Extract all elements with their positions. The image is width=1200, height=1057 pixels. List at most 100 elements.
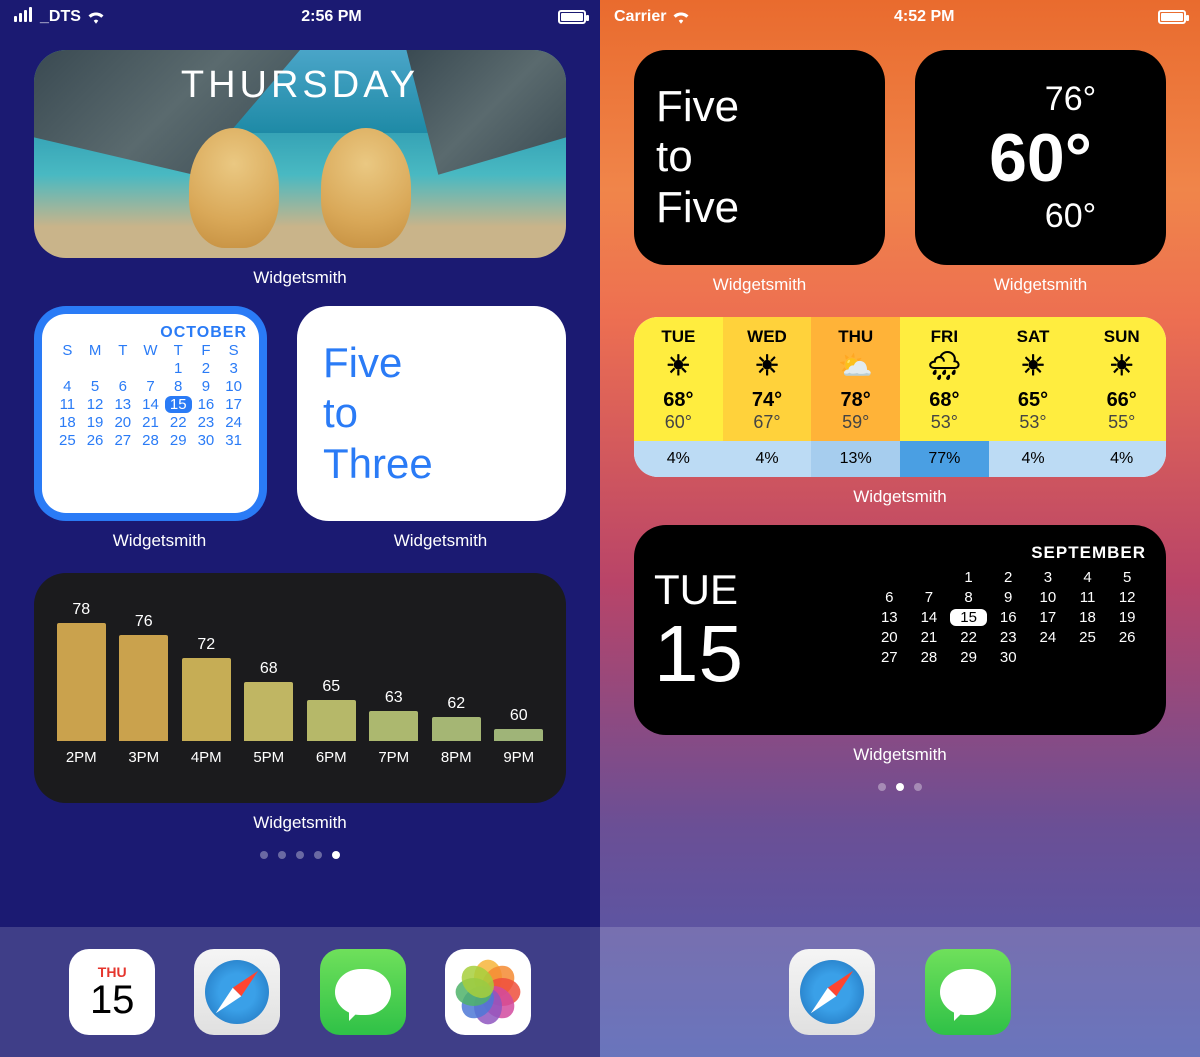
forecast-precip: 13% xyxy=(811,441,900,477)
calendar-day: 2 xyxy=(989,569,1027,586)
photos-app-icon[interactable] xyxy=(445,949,531,1035)
calendar-day: 18 xyxy=(1069,609,1107,626)
chart-x-label: 6PM xyxy=(300,749,363,766)
fuzzy-line3: Five xyxy=(656,183,863,234)
fuzzy-line2: to xyxy=(323,388,540,438)
page-dot[interactable] xyxy=(260,851,268,859)
widget-label: Widgetsmith xyxy=(634,745,1166,765)
calendar-widget[interactable]: OCTOBER SMTWTFS0000123456789101112131415… xyxy=(34,306,267,521)
page-dot[interactable] xyxy=(896,783,904,791)
calendar-dow: S xyxy=(54,342,81,359)
calendar-day: 26 xyxy=(1108,629,1146,646)
calendar-day: 10 xyxy=(1029,589,1067,606)
calendar-day: 8 xyxy=(165,378,192,395)
calendar-day: 5 xyxy=(82,378,109,395)
page-dot[interactable] xyxy=(278,851,286,859)
temperature-widget[interactable]: 76° 60° 60° xyxy=(915,50,1166,265)
clock: 4:52 PM xyxy=(894,8,954,26)
chart-x-label: 7PM xyxy=(363,749,426,766)
calendar-day: 8 xyxy=(950,589,988,606)
calendar-day: 24 xyxy=(1029,629,1067,646)
carrier-label: Carrier xyxy=(614,8,666,26)
calendar-day: 23 xyxy=(989,629,1027,646)
fuzzy-time-widget[interactable]: Five to Three xyxy=(297,306,566,521)
page-dot[interactable] xyxy=(296,851,304,859)
calendar-month: OCTOBER xyxy=(54,324,247,342)
chart-x-label: 9PM xyxy=(488,749,551,766)
calendar-app-day: 15 xyxy=(90,980,135,1020)
forecast-precip: 4% xyxy=(723,441,812,477)
calendar-day: 28 xyxy=(910,649,948,666)
calendar-day: 6 xyxy=(870,589,908,606)
calendar-day: 1 xyxy=(950,569,988,586)
wifi-icon xyxy=(672,10,690,24)
hourly-temp-chart-widget[interactable]: 7876726865636260 2PM3PM4PM5PM6PM7PM8PM9P… xyxy=(34,573,566,803)
battery-icon xyxy=(1158,10,1186,24)
forecast-day: THU⛅78°59° xyxy=(811,317,900,441)
forecast-day: SAT☀65°53° xyxy=(989,317,1078,441)
calendar-day: 20 xyxy=(870,629,908,646)
page-dots[interactable] xyxy=(634,783,1166,791)
calendar-day: 29 xyxy=(165,432,192,449)
safari-app-icon[interactable] xyxy=(194,949,280,1035)
calendar-app-icon[interactable]: THU 15 xyxy=(69,949,155,1035)
widget-label: Widgetsmith xyxy=(915,275,1166,295)
calendar-dow: F xyxy=(193,342,220,359)
chart-x-label: 3PM xyxy=(113,749,176,766)
calendar-day: 2 xyxy=(193,360,220,377)
calendar-day: 25 xyxy=(1069,629,1107,646)
chart-bar: 60 xyxy=(488,707,551,741)
daycal-dow: TUE xyxy=(654,566,870,614)
status-bar-left: _DTS 2:56 PM xyxy=(0,0,600,34)
page-dot[interactable] xyxy=(332,851,340,859)
forecast-day: FRI🌧68°53° xyxy=(900,317,989,441)
calendar-day: 21 xyxy=(137,414,164,431)
forecast-widget[interactable]: TUE☀68°60°WED☀74°67°THU⛅78°59°FRI🌧68°53°… xyxy=(634,317,1166,477)
calendar-day: 10 xyxy=(220,378,247,395)
day-calendar-widget[interactable]: TUE 15 SEPTEMBER 00123456789101112131415… xyxy=(634,525,1166,735)
calendar-day: 25 xyxy=(54,432,81,449)
widget-label: Widgetsmith xyxy=(34,813,566,833)
temp-high: 76° xyxy=(1045,80,1096,119)
dock-left: THU 15 xyxy=(0,927,600,1057)
chart-x-label: 4PM xyxy=(175,749,238,766)
calendar-day: 3 xyxy=(220,360,247,377)
calendar-dow: S xyxy=(220,342,247,359)
calendar-day: 6 xyxy=(109,378,136,395)
messages-app-icon[interactable] xyxy=(925,949,1011,1035)
chart-bar: 72 xyxy=(175,636,238,741)
calendar-day: 20 xyxy=(109,414,136,431)
carrier-label: _DTS xyxy=(40,8,81,26)
chart-bar: 63 xyxy=(363,689,426,741)
calendar-day: 19 xyxy=(82,414,109,431)
page-dot[interactable] xyxy=(878,783,886,791)
photo-day-widget[interactable]: THURSDAY xyxy=(34,50,566,258)
calendar-day: 16 xyxy=(989,609,1027,626)
fuzzy-time-widget[interactable]: Five to Five xyxy=(634,50,885,265)
calendar-day: 18 xyxy=(54,414,81,431)
fuzzy-line1: Five xyxy=(323,338,540,388)
chart-x-label: 5PM xyxy=(238,749,301,766)
forecast-precip: 4% xyxy=(634,441,723,477)
calendar-day: 15 xyxy=(165,396,192,413)
messages-app-icon[interactable] xyxy=(320,949,406,1035)
calendar-day: 27 xyxy=(870,649,908,666)
forecast-precip: 77% xyxy=(900,441,989,477)
calendar-day: 4 xyxy=(1069,569,1107,586)
chart-bar: 76 xyxy=(113,613,176,741)
phone-right: Carrier 4:52 PM Five to Five 76° 60° 60°… xyxy=(600,0,1200,1057)
wifi-icon xyxy=(87,10,105,24)
page-dot[interactable] xyxy=(914,783,922,791)
calendar-day: 14 xyxy=(137,396,164,413)
calendar-day: 14 xyxy=(910,609,948,626)
calendar-day: 19 xyxy=(1108,609,1146,626)
calendar-dow: T xyxy=(109,342,136,359)
calendar-day: 31 xyxy=(220,432,247,449)
calendar-day: 29 xyxy=(950,649,988,666)
page-dot[interactable] xyxy=(314,851,322,859)
status-bar-right: Carrier 4:52 PM xyxy=(600,0,1200,34)
chart-bar: 68 xyxy=(238,660,301,741)
safari-app-icon[interactable] xyxy=(789,949,875,1035)
page-dots[interactable] xyxy=(34,851,566,859)
calendar-day: 4 xyxy=(54,378,81,395)
